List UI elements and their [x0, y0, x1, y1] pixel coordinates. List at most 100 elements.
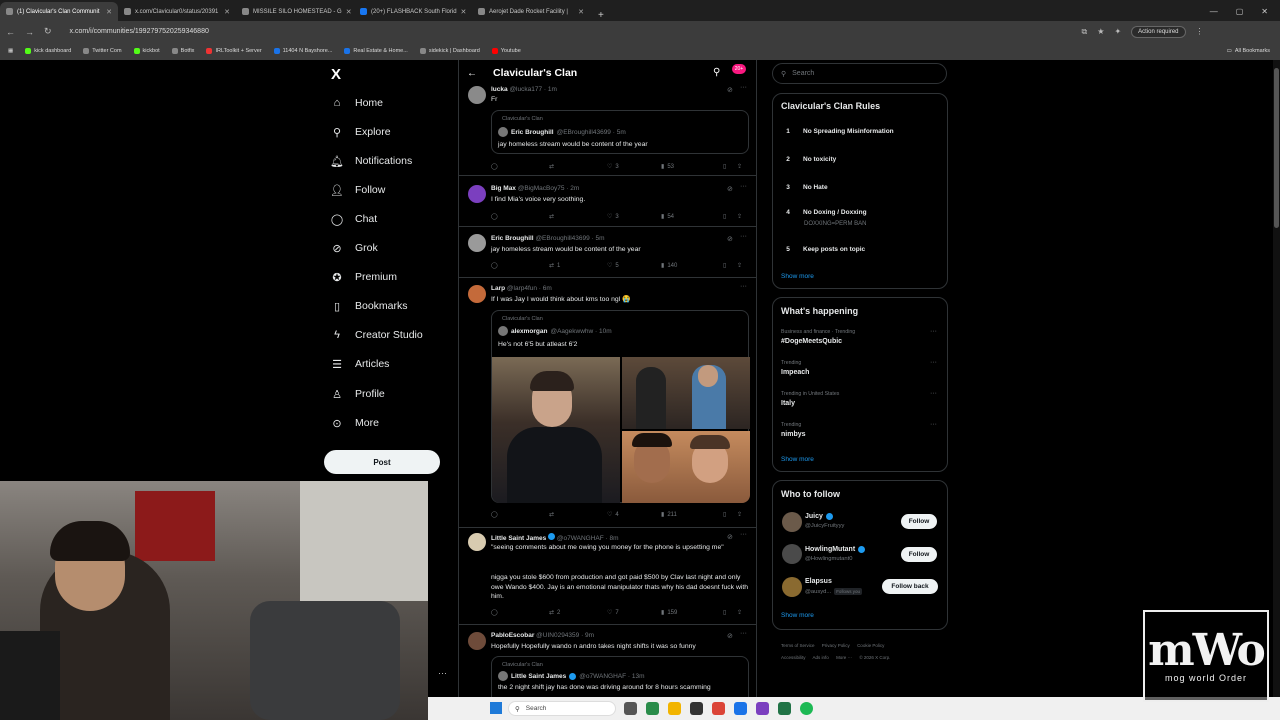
- retweet-button[interactable]: ⇄ 1: [549, 262, 607, 270]
- like-button[interactable]: ♡ 3: [607, 213, 661, 221]
- bookmark-item[interactable]: kickbot: [133, 48, 160, 54]
- x-logo-icon[interactable]: X: [331, 66, 341, 83]
- bookmark-icon[interactable]: ▯: [723, 609, 737, 616]
- app-icon[interactable]: [756, 702, 769, 715]
- tweet[interactable]: Little Saint James @o7WANGHAF · 8m ⊘ ···…: [459, 529, 756, 625]
- tweet[interactable]: Eric Broughill @EBroughill43699 · 5m ⊘ ·…: [459, 228, 756, 278]
- quote-image[interactable]: [622, 431, 750, 503]
- follow-button[interactable]: Follow: [901, 547, 937, 562]
- author-name[interactable]: Big Max: [491, 185, 516, 192]
- close-tab-icon[interactable]: ✕: [578, 8, 584, 16]
- nav-follow[interactable]: 👤︎ Follow: [330, 184, 385, 197]
- more-dots-icon[interactable]: ···: [930, 328, 937, 335]
- avatar[interactable]: [782, 577, 802, 597]
- author-name[interactable]: Little Saint James: [491, 535, 546, 542]
- puzzle-icon[interactable]: ✦: [1114, 27, 1121, 36]
- nav-home[interactable]: ⌂ Home: [331, 97, 383, 109]
- more-dots-icon[interactable]: ···: [930, 390, 937, 397]
- nav-bookmarks[interactable]: ▯ Bookmarks: [331, 300, 408, 313]
- forward-arrow-icon[interactable]: →: [25, 27, 34, 37]
- follow-suggestion-name[interactable]: Elapsus: [805, 578, 832, 585]
- star-icon[interactable]: ★: [1097, 27, 1104, 36]
- nav-notifications[interactable]: 🔔︎ Notifications: [330, 155, 412, 168]
- avatar[interactable]: [782, 512, 802, 532]
- reply-icon[interactable]: ◯: [491, 163, 549, 170]
- close-tab-icon[interactable]: ✕: [461, 8, 467, 16]
- scrollbar-thumb[interactable]: [1274, 68, 1279, 228]
- more-dots-icon[interactable]: ···: [740, 84, 747, 91]
- avatar[interactable]: [468, 285, 486, 303]
- follow-suggestion-name[interactable]: HowlingMutant: [805, 546, 866, 553]
- more-dots-icon[interactable]: ···: [740, 630, 747, 637]
- reload-icon[interactable]: ↻: [44, 26, 52, 37]
- nav-more[interactable]: ⊙ More: [331, 417, 379, 430]
- footer-link[interactable]: Ads info: [813, 655, 829, 660]
- footer-link[interactable]: Accessibility: [781, 655, 806, 660]
- retweet-icon[interactable]: ⇄: [549, 511, 607, 518]
- share-icon[interactable]: ⇪: [737, 213, 747, 220]
- retweet-icon[interactable]: ⇄: [549, 213, 607, 220]
- more-dots-icon[interactable]: ···: [740, 531, 747, 538]
- avatar[interactable]: [468, 185, 486, 203]
- like-button[interactable]: ♡ 4: [607, 511, 661, 519]
- search-input[interactable]: ⚲ Search: [772, 63, 947, 84]
- share-icon[interactable]: ⇪: [737, 163, 747, 170]
- author-name[interactable]: lucka: [491, 86, 508, 93]
- file-explorer-icon[interactable]: [668, 702, 681, 715]
- search-icon[interactable]: ⚲: [713, 67, 720, 78]
- tweet[interactable]: lucka @lucka177 · 1m ⊘ ··· Fr Clavicular…: [459, 84, 756, 176]
- task-view-icon[interactable]: [624, 702, 637, 715]
- reply-icon[interactable]: ◯: [491, 511, 549, 518]
- bookmark-icon[interactable]: ▯: [723, 163, 737, 170]
- bookmark-item[interactable]: sidekick | Dashboard: [419, 48, 480, 54]
- app-icon[interactable]: [646, 702, 659, 715]
- action-required-button[interactable]: Action required: [1131, 25, 1186, 38]
- author-name[interactable]: PabloEscobar: [491, 632, 534, 639]
- views-button[interactable]: ▮ 159: [661, 609, 723, 617]
- avatar[interactable]: [468, 86, 486, 104]
- footer-link[interactable]: Privacy Policy: [822, 643, 850, 648]
- like-button[interactable]: ♡ 5: [607, 262, 661, 270]
- footer-link[interactable]: Terms of Service: [781, 643, 815, 648]
- tweet[interactable]: Big Max @BigMacBoy75 · 2m ⊘ ··· I find M…: [459, 177, 756, 227]
- browser-tab[interactable]: x.com/Clavicular0/status/20391 ✕: [118, 2, 236, 21]
- more-dots-icon[interactable]: ···: [740, 233, 747, 240]
- trend-name[interactable]: nimbys: [781, 431, 806, 438]
- close-window-icon[interactable]: ✕: [1261, 7, 1268, 16]
- bookmark-item[interactable]: Youtube: [491, 48, 521, 54]
- quoted-tweet[interactable]: Clavicular's Clan Eric Broughill @EBrough…: [491, 110, 749, 154]
- quoted-tweet[interactable]: Clavicular's Clan Little Saint James @o7W…: [491, 656, 749, 700]
- share-icon[interactable]: ⇪: [737, 511, 747, 518]
- avatar[interactable]: [468, 632, 486, 650]
- nav-articles[interactable]: ☰ Articles: [331, 358, 389, 371]
- share-icon[interactable]: ⇪: [737, 609, 747, 616]
- avatar[interactable]: [468, 533, 486, 551]
- nav-chat[interactable]: ◯ Chat: [331, 213, 377, 226]
- follow-suggestion-name[interactable]: Juicy: [805, 513, 833, 520]
- nav-premium[interactable]: ✪ Premium: [331, 271, 397, 284]
- nav-explore[interactable]: ⚲ Explore: [331, 126, 391, 139]
- post-button[interactable]: Post: [324, 450, 440, 474]
- windows-start-icon[interactable]: [490, 702, 502, 714]
- reply-icon[interactable]: ◯: [491, 609, 549, 616]
- views-button[interactable]: ▮ 211: [661, 511, 723, 519]
- more-dots-icon[interactable]: ···: [740, 283, 747, 290]
- trend-name[interactable]: Impeach: [781, 369, 809, 376]
- back-arrow-icon[interactable]: ←: [467, 68, 477, 79]
- browser-tab[interactable]: (20+) FLASHBACK South Florid ✕: [354, 2, 472, 21]
- all-bookmarks-button[interactable]: ▭ All Bookmarks: [1227, 48, 1280, 54]
- more-dots-icon[interactable]: ···: [930, 359, 937, 366]
- reply-icon[interactable]: ◯: [491, 262, 549, 269]
- bookmark-icon[interactable]: ▯: [723, 262, 737, 269]
- browser-tab[interactable]: Aerojet Dade Rocket Facility | ✕: [472, 2, 590, 21]
- minimize-icon[interactable]: —: [1210, 7, 1218, 16]
- quote-image[interactable]: [622, 357, 750, 429]
- menu-kebab-icon[interactable]: ⋮: [1196, 27, 1204, 36]
- more-dots-icon[interactable]: ···: [930, 421, 937, 428]
- bookmark-icon[interactable]: ▯: [723, 511, 737, 518]
- views-button[interactable]: ▮ 53: [661, 163, 723, 171]
- new-tab-button[interactable]: +: [590, 10, 612, 21]
- bookmark-icon[interactable]: ▯: [723, 213, 737, 220]
- show-more-link[interactable]: Show more: [781, 456, 814, 463]
- quote-image-grid[interactable]: [492, 357, 750, 503]
